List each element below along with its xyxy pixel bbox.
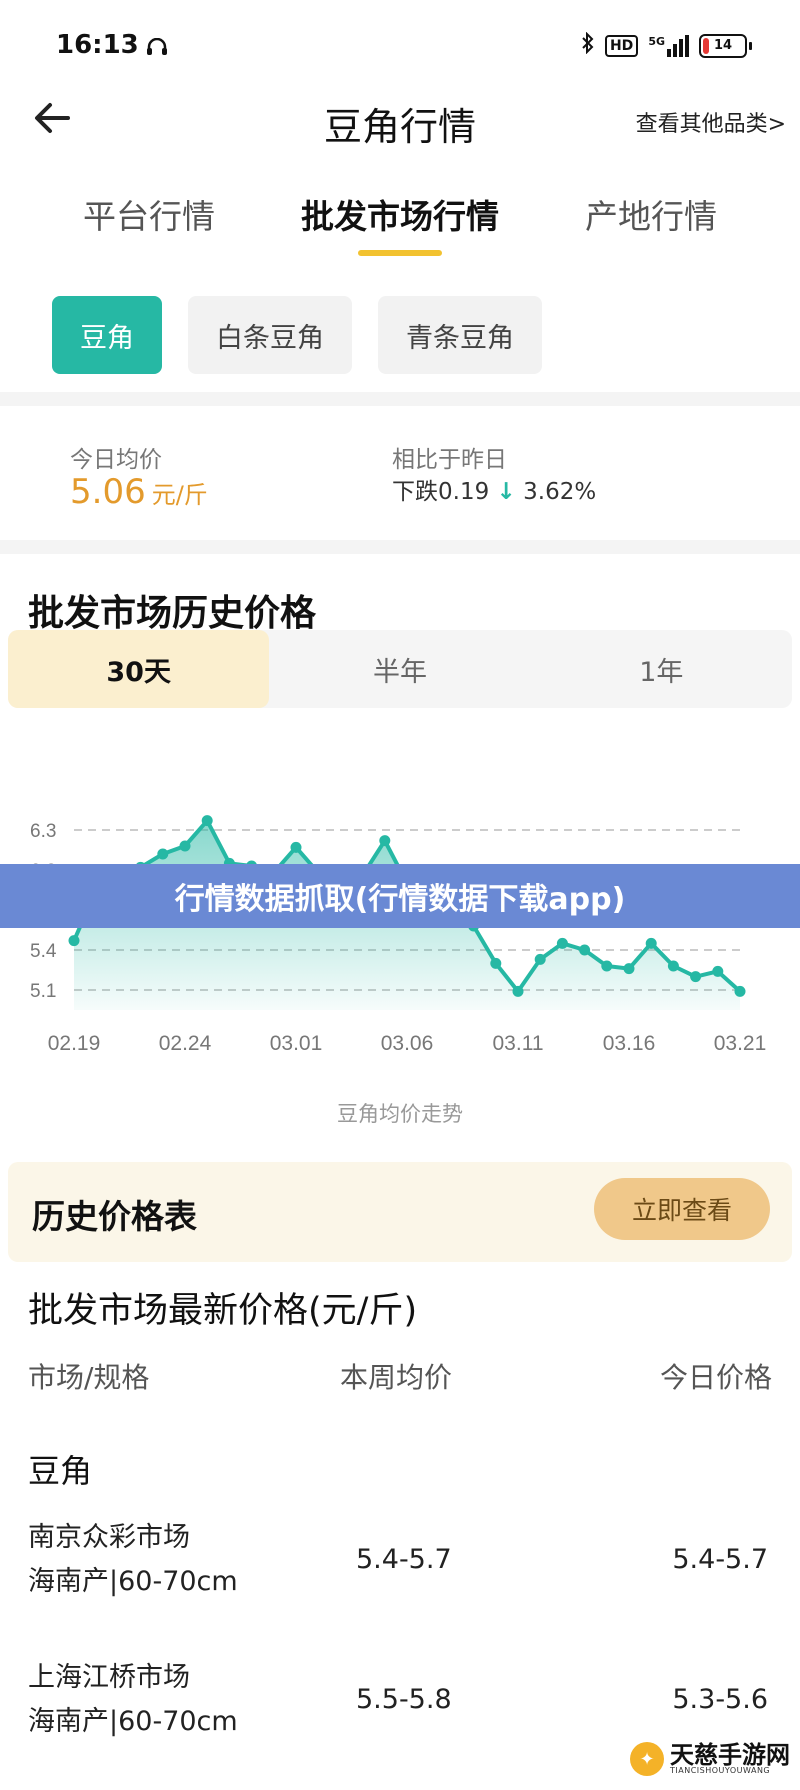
data-point	[690, 971, 702, 983]
x-tick-label: 03.01	[270, 1032, 323, 1055]
data-point	[623, 963, 635, 975]
table-cell-today: 5.3-5.6	[672, 1684, 768, 1715]
data-point	[201, 815, 213, 827]
data-point	[490, 957, 502, 969]
tab-wholesale[interactable]: 批发市场行情	[301, 190, 499, 256]
data-point	[601, 960, 613, 972]
status-indicators: HD 5G 14	[581, 31, 752, 59]
status-time: 16:13	[56, 30, 139, 60]
today-price: 5.06 元/斤	[70, 472, 208, 512]
site-watermark: ✦ 天慈手游网 TIANCISHOUYOUWANG	[630, 1742, 790, 1776]
table-row-market: 南京众彩市场 海南产|60-70cm	[28, 1522, 238, 1597]
table-row-market: 上海江桥市场 海南产|60-70cm	[28, 1662, 238, 1737]
down-arrow-icon: ↓	[496, 479, 516, 505]
data-point	[579, 944, 591, 956]
history-table-title: 历史价格表	[32, 1197, 197, 1236]
today-price-label: 今日均价	[70, 447, 162, 473]
y-tick-label: 6.3	[30, 821, 56, 842]
banner-overlay: 行情数据抓取(行情数据下载app)	[0, 864, 800, 928]
table-cell-today: 5.4-5.7	[672, 1544, 768, 1575]
battery-level: 14	[713, 38, 733, 53]
data-point	[712, 965, 724, 977]
data-point	[534, 953, 546, 965]
data-point	[290, 841, 302, 853]
range-1y[interactable]: 1年	[531, 630, 792, 708]
y-tick-label: 5.4	[30, 941, 57, 962]
view-now-button[interactable]: 立即查看	[593, 1178, 770, 1240]
data-point	[667, 960, 679, 972]
data-point	[379, 835, 391, 847]
history-table-card: 历史价格表 立即查看	[8, 1162, 792, 1262]
today-price-value: 5.06	[70, 472, 146, 512]
active-tab-indicator	[358, 250, 442, 256]
divider	[0, 392, 800, 406]
tab-platform[interactable]: 平台行情	[83, 190, 215, 256]
group-name: 豆角	[28, 1452, 93, 1490]
other-categories-link[interactable]: 查看其他品类>	[636, 106, 786, 138]
x-tick-label: 02.19	[48, 1032, 101, 1055]
data-point	[645, 937, 657, 949]
range-selector: 30天 半年 1年	[8, 630, 792, 708]
table-cell-week-avg: 5.5-5.8	[356, 1684, 452, 1715]
battery-icon: 14	[699, 33, 752, 58]
hd-badge: HD	[604, 34, 639, 57]
chip-doujiao[interactable]: 豆角	[52, 296, 162, 374]
y-tick-label: 5.1	[30, 981, 56, 1002]
column-header-today: 今日价格	[659, 1361, 772, 1394]
market-tabs: 平台行情 批发市场行情 产地行情	[0, 190, 800, 256]
range-half-year[interactable]: 半年	[269, 630, 530, 708]
headset-icon	[146, 37, 168, 56]
variety-chips: 豆角 白条豆角 青条豆角	[52, 296, 542, 374]
change-percent: 3.62%	[523, 479, 597, 505]
chip-qingtiao[interactable]: 青条豆角	[378, 296, 542, 374]
x-tick-label: 03.21	[714, 1032, 767, 1055]
watermark-text: 天慈手游网	[670, 1741, 790, 1769]
table-cell-week-avg: 5.4-5.7	[356, 1544, 452, 1575]
tab-origin[interactable]: 产地行情	[585, 190, 717, 256]
latest-price-title: 批发市场最新价格(元/斤)	[28, 1291, 418, 1331]
signal-5g-icon: 5G	[648, 34, 689, 57]
watermark-subtext: TIANCISHOUYOUWANG	[670, 1766, 771, 1775]
price-unit: 元/斤	[151, 481, 208, 509]
data-point	[512, 985, 524, 997]
column-header-week-avg: 本周均价	[340, 1361, 453, 1394]
data-point	[68, 935, 80, 947]
x-tick-label: 02.24	[159, 1032, 212, 1055]
divider	[0, 540, 800, 554]
data-point	[734, 985, 746, 997]
x-tick-label: 03.11	[493, 1032, 544, 1055]
column-header-market: 市场/规格	[28, 1361, 150, 1394]
x-tick-label: 03.16	[603, 1032, 656, 1055]
bluetooth-icon	[581, 31, 595, 59]
compare-label: 相比于昨日	[392, 447, 507, 473]
data-point	[179, 840, 191, 852]
price-change: 下跌0.19 ↓ 3.62%	[392, 472, 596, 506]
history-title: 批发市场历史价格	[28, 593, 317, 634]
chart-caption: 豆角均价走势	[337, 1102, 463, 1126]
watermark-logo-icon: ✦	[630, 1742, 664, 1776]
change-text: 下跌0.19	[392, 479, 490, 505]
data-point	[556, 937, 568, 949]
x-tick-label: 03.06	[381, 1032, 434, 1055]
range-30d[interactable]: 30天	[8, 630, 270, 708]
chip-baitiao[interactable]: 白条豆角	[188, 296, 352, 374]
data-point	[157, 848, 169, 860]
